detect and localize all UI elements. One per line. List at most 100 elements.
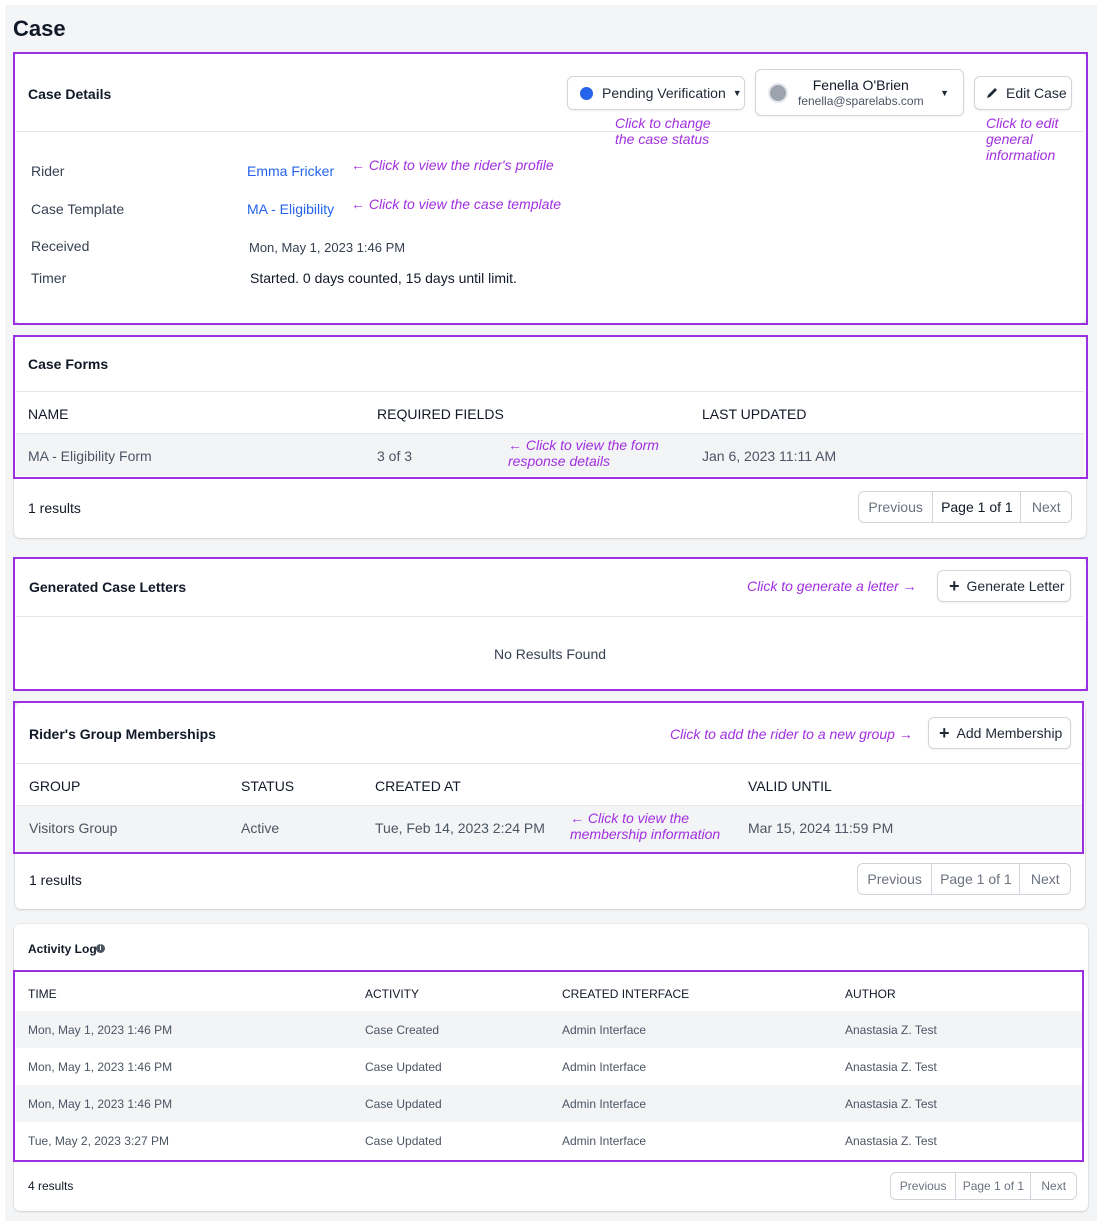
log-activity: Case Updated — [365, 1134, 442, 1148]
received-value: Mon, May 1, 2023 1:46 PM — [249, 240, 406, 255]
generate-letter-button[interactable]: + Generate Letter — [937, 570, 1071, 602]
template-link[interactable]: MA - Eligibility — [247, 201, 334, 217]
rider-label: Rider — [31, 163, 65, 179]
membership-group: Visitors Group — [29, 820, 118, 836]
log-author: Anastasia Z. Test — [845, 1134, 937, 1148]
letters-title: Generated Case Letters — [29, 579, 187, 595]
generate-letter-label: Generate Letter — [966, 578, 1065, 594]
log-activity: Case Created — [365, 1023, 440, 1037]
form-name: MA - Eligibility Form — [28, 448, 152, 464]
timer-label: Timer — [31, 270, 67, 286]
status-note-2: the case status — [615, 131, 710, 147]
col-group: GROUP — [29, 778, 81, 794]
edit-case-button[interactable]: Edit Case — [974, 76, 1072, 110]
divider — [16, 131, 1084, 132]
edit-note-1: Click to edit — [986, 115, 1059, 131]
status-dropdown[interactable]: Pending Verification ▼ — [567, 76, 745, 110]
edit-case-label: Edit Case — [1006, 85, 1067, 101]
page-title: Case — [13, 16, 66, 41]
log-interface: Admin Interface — [562, 1060, 647, 1074]
edit-note-2: general — [986, 131, 1033, 147]
add-membership-label: Add Membership — [956, 725, 1063, 741]
agent-email: fenella@sparelabs.com — [798, 93, 924, 108]
agent-dropdown[interactable]: Fenella O'Brien fenella@sparelabs.com ▼ — [755, 69, 964, 116]
next-button[interactable]: Next — [1020, 864, 1070, 894]
rider-link[interactable]: Emma Fricker — [247, 163, 334, 179]
log-activity: Case Updated — [365, 1097, 442, 1111]
col-status: STATUS — [241, 778, 295, 794]
form-note-2: response details — [508, 453, 610, 469]
empty-state: No Results Found — [493, 646, 607, 662]
membership-note-1: ← Click to view the — [570, 810, 690, 826]
page-indicator: Page 1 of 1 — [932, 864, 1021, 894]
col-activity: ACTIVITY — [365, 987, 420, 1001]
avatar — [768, 82, 788, 103]
rider-note: ← Click to view the rider's profile — [351, 157, 554, 173]
next-button[interactable]: Next — [1021, 492, 1071, 522]
plus-icon: + — [939, 723, 950, 743]
status-dot-icon — [580, 86, 593, 100]
divider — [16, 391, 1084, 392]
col-author: AUTHOR — [845, 987, 896, 1001]
membership-status: Active — [241, 820, 280, 836]
template-note: ← Click to view the case template — [351, 196, 562, 212]
col-updated: LAST UPDATED — [702, 406, 807, 422]
log-author: Anastasia Z. Test — [845, 1023, 937, 1037]
divider — [16, 616, 1084, 617]
previous-button[interactable]: Previous — [859, 492, 934, 522]
previous-button[interactable]: Previous — [858, 864, 933, 894]
caret-down-icon: ▼ — [940, 88, 949, 98]
divider — [16, 763, 1084, 764]
log-interface: Admin Interface — [562, 1134, 647, 1148]
log-interface: Admin Interface — [562, 1097, 647, 1111]
page-indicator: Page 1 of 1 — [933, 492, 1022, 522]
col-required: REQUIRED FIELDS — [377, 406, 504, 422]
info-icon[interactable]: i — [96, 944, 105, 953]
log-time: Mon, May 1, 2023 1:46 PM — [28, 1023, 173, 1037]
plus-icon: + — [949, 576, 960, 596]
pagination: Previous Page 1 of 1 Next — [858, 491, 1072, 523]
pencil-icon — [987, 88, 997, 98]
col-time: TIME — [28, 987, 57, 1001]
status-note-1: Click to change — [615, 115, 711, 131]
table-row[interactable] — [16, 806, 1082, 852]
activity-title: Activity Log — [28, 942, 97, 956]
agent-name: Fenella O'Brien — [812, 76, 909, 93]
form-note-1: ← Click to view the form — [508, 437, 659, 453]
log-activity: Case Updated — [365, 1060, 442, 1074]
memberships-note: Click to add the rider to a new group → — [670, 726, 913, 742]
memberships-title: Rider's Group Memberships — [29, 726, 216, 742]
template-label: Case Template — [31, 201, 125, 217]
membership-created: Tue, Feb 14, 2023 2:24 PM — [375, 820, 545, 836]
results-count: 4 results — [28, 1179, 74, 1193]
status-label: Pending Verification — [602, 85, 726, 101]
pagination: Previous Page 1 of 1 Next — [890, 1172, 1077, 1200]
add-membership-button[interactable]: + Add Membership — [928, 717, 1071, 749]
col-valid: VALID UNTIL — [748, 778, 832, 794]
case-details-title: Case Details — [28, 86, 112, 102]
form-updated: Jan 6, 2023 11:11 AM — [702, 448, 837, 464]
received-label: Received — [31, 238, 90, 254]
log-time: Mon, May 1, 2023 1:46 PM — [28, 1060, 173, 1074]
log-author: Anastasia Z. Test — [845, 1097, 937, 1111]
next-button[interactable]: Next — [1031, 1173, 1076, 1199]
col-interface: CREATED INTERFACE — [562, 987, 690, 1001]
letters-card — [14, 558, 1086, 690]
timer-value: Started. 0 days counted, 15 days until l… — [250, 270, 517, 286]
log-author: Anastasia Z. Test — [845, 1060, 937, 1074]
previous-button[interactable]: Previous — [891, 1173, 957, 1199]
col-created: CREATED AT — [375, 778, 461, 794]
membership-note-2: membership information — [570, 826, 721, 842]
edit-note-3: information — [986, 147, 1056, 163]
page-indicator: Page 1 of 1 — [956, 1173, 1032, 1199]
log-time: Mon, May 1, 2023 1:46 PM — [28, 1097, 173, 1111]
pagination: Previous Page 1 of 1 Next — [857, 863, 1071, 895]
results-count: 1 results — [28, 500, 81, 516]
case-forms-title: Case Forms — [28, 356, 109, 372]
letters-note: Click to generate a letter → — [747, 578, 917, 594]
results-count: 1 results — [29, 872, 82, 888]
membership-valid: Mar 15, 2024 11:59 PM — [748, 820, 894, 836]
form-required: 3 of 3 — [377, 448, 413, 464]
col-name: NAME — [28, 406, 69, 422]
caret-down-icon: ▼ — [732, 88, 742, 98]
